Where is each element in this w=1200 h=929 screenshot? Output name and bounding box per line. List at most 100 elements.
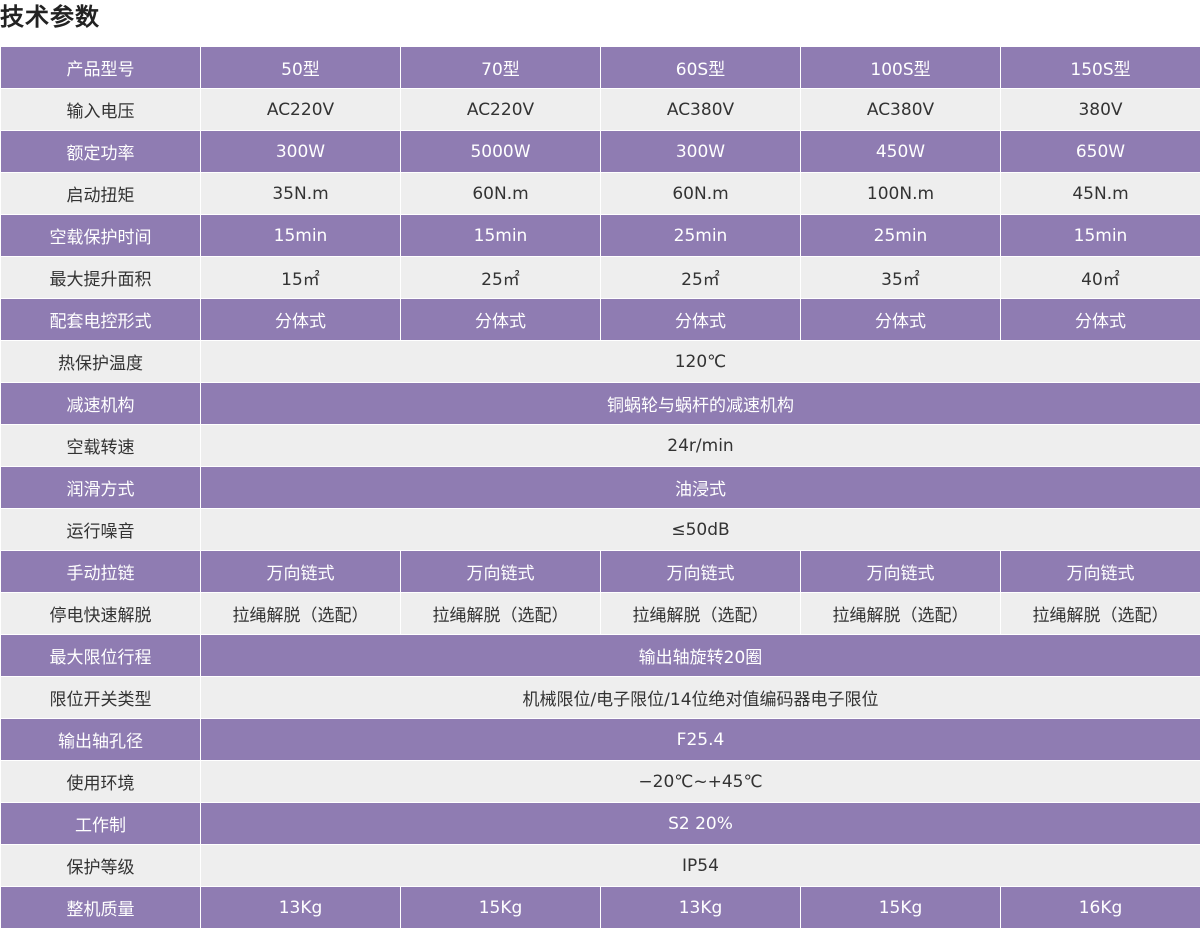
spec-cell: 分体式: [401, 299, 601, 341]
row-label: 额定功率: [1, 131, 201, 173]
row-label: 运行噪音: [1, 509, 201, 551]
spec-cell: 拉绳解脱（选配）: [201, 593, 401, 635]
row-label: 启动扭矩: [1, 173, 201, 215]
row-label: 配套电控形式: [1, 299, 201, 341]
spec-row: 工作制S2 20%: [1, 803, 1200, 845]
spec-cell: 拉绳解脱（选配）: [601, 593, 801, 635]
spec-cell: 25㎡: [601, 257, 801, 299]
spec-cell: 5000W: [401, 131, 601, 173]
spec-cell-merged: 24r/min: [201, 425, 1200, 467]
spec-cell: 100S型: [801, 47, 1001, 89]
row-label: 空载保护时间: [1, 215, 201, 257]
spec-row: 运行噪音≤50dB: [1, 509, 1200, 551]
spec-cell: 25min: [801, 215, 1001, 257]
spec-cell-merged: 机械限位/电子限位/14位绝对值编码器电子限位: [201, 677, 1200, 719]
spec-cell: 60N.m: [401, 173, 601, 215]
spec-row: 产品型号50型70型60S型100S型150S型: [1, 47, 1200, 89]
spec-cell: 70型: [401, 47, 601, 89]
row-label: 空载转速: [1, 425, 201, 467]
spec-cell: 拉绳解脱（选配）: [801, 593, 1001, 635]
spec-cell: 分体式: [1001, 299, 1200, 341]
spec-cell: 100N.m: [801, 173, 1001, 215]
spec-cell: 450W: [801, 131, 1001, 173]
spec-cell: 300W: [201, 131, 401, 173]
spec-row: 输出轴孔径F25.4: [1, 719, 1200, 761]
row-label: 手动拉链: [1, 551, 201, 593]
spec-row: 限位开关类型机械限位/电子限位/14位绝对值编码器电子限位: [1, 677, 1200, 719]
spec-cell-merged: −20℃~+45℃: [201, 761, 1200, 803]
row-label: 工作制: [1, 803, 201, 845]
spec-cell: 35㎡: [801, 257, 1001, 299]
spec-cell: 50型: [201, 47, 401, 89]
spec-row: 热保护温度120℃: [1, 341, 1200, 383]
spec-cell: 25min: [601, 215, 801, 257]
spec-cell-merged: IP54: [201, 845, 1200, 887]
spec-row: 停电快速解脱拉绳解脱（选配）拉绳解脱（选配）拉绳解脱（选配）拉绳解脱（选配）拉绳…: [1, 593, 1200, 635]
spec-row: 最大提升面积15㎡25㎡25㎡35㎡40㎡: [1, 257, 1200, 299]
row-label: 热保护温度: [1, 341, 201, 383]
spec-row: 减速机构铜蜗轮与蜗杆的减速机构: [1, 383, 1200, 425]
spec-row: 空载保护时间15min15min25min25min15min: [1, 215, 1200, 257]
spec-row: 手动拉链万向链式万向链式万向链式万向链式万向链式: [1, 551, 1200, 593]
row-label: 整机质量: [1, 887, 201, 929]
spec-row: 最大限位行程输出轴旋转20圈: [1, 635, 1200, 677]
row-label: 减速机构: [1, 383, 201, 425]
row-label: 停电快速解脱: [1, 593, 201, 635]
spec-cell: 300W: [601, 131, 801, 173]
spec-cell: 万向链式: [801, 551, 1001, 593]
spec-cell: 380V: [1001, 89, 1200, 131]
spec-cell: 万向链式: [201, 551, 401, 593]
spec-cell: 40㎡: [1001, 257, 1200, 299]
spec-cell: 15min: [401, 215, 601, 257]
row-label: 保护等级: [1, 845, 201, 887]
spec-cell: 45N.m: [1001, 173, 1200, 215]
spec-row: 空载转速24r/min: [1, 425, 1200, 467]
spec-cell-merged: 120℃: [201, 341, 1200, 383]
spec-cell: 拉绳解脱（选配）: [401, 593, 601, 635]
spec-cell: AC380V: [601, 89, 801, 131]
spec-cell: 15㎡: [201, 257, 401, 299]
spec-cell: 拉绳解脱（选配）: [1001, 593, 1200, 635]
spec-cell: 35N.m: [201, 173, 401, 215]
row-label: 使用环境: [1, 761, 201, 803]
row-label: 润滑方式: [1, 467, 201, 509]
row-label: 最大提升面积: [1, 257, 201, 299]
spec-cell-merged: S2 20%: [201, 803, 1200, 845]
spec-cell: 万向链式: [1001, 551, 1200, 593]
spec-row: 保护等级IP54: [1, 845, 1200, 887]
spec-cell: 分体式: [601, 299, 801, 341]
spec-cell: 13Kg: [201, 887, 401, 929]
spec-cell-merged: 油浸式: [201, 467, 1200, 509]
spec-cell: 分体式: [201, 299, 401, 341]
spec-cell: 15Kg: [801, 887, 1001, 929]
spec-cell: 25㎡: [401, 257, 601, 299]
spec-cell-merged: F25.4: [201, 719, 1200, 761]
spec-row: 启动扭矩35N.m60N.m60N.m100N.m45N.m: [1, 173, 1200, 215]
spec-cell: 15min: [201, 215, 401, 257]
spec-cell-merged: 输出轴旋转20圈: [201, 635, 1200, 677]
spec-cell: 分体式: [801, 299, 1001, 341]
spec-cell: 15min: [1001, 215, 1200, 257]
spec-cell: 16Kg: [1001, 887, 1200, 929]
spec-cell: AC380V: [801, 89, 1001, 131]
row-label: 产品型号: [1, 47, 201, 89]
spec-cell: 万向链式: [601, 551, 801, 593]
spec-row: 润滑方式油浸式: [1, 467, 1200, 509]
spec-cell: 60S型: [601, 47, 801, 89]
spec-cell-merged: 铜蜗轮与蜗杆的减速机构: [201, 383, 1200, 425]
spec-table: 产品型号50型70型60S型100S型150S型输入电压AC220VAC220V…: [0, 46, 1200, 929]
spec-cell: AC220V: [401, 89, 601, 131]
spec-row: 额定功率300W5000W300W450W650W: [1, 131, 1200, 173]
spec-cell: 150S型: [1001, 47, 1200, 89]
row-label: 输入电压: [1, 89, 201, 131]
spec-cell: 13Kg: [601, 887, 801, 929]
spec-cell: AC220V: [201, 89, 401, 131]
page-title: 技术参数: [0, 0, 100, 46]
spec-cell: 60N.m: [601, 173, 801, 215]
spec-cell-merged: ≤50dB: [201, 509, 1200, 551]
row-label: 限位开关类型: [1, 677, 201, 719]
row-label: 输出轴孔径: [1, 719, 201, 761]
spec-cell: 650W: [1001, 131, 1200, 173]
spec-cell: 万向链式: [401, 551, 601, 593]
row-label: 最大限位行程: [1, 635, 201, 677]
